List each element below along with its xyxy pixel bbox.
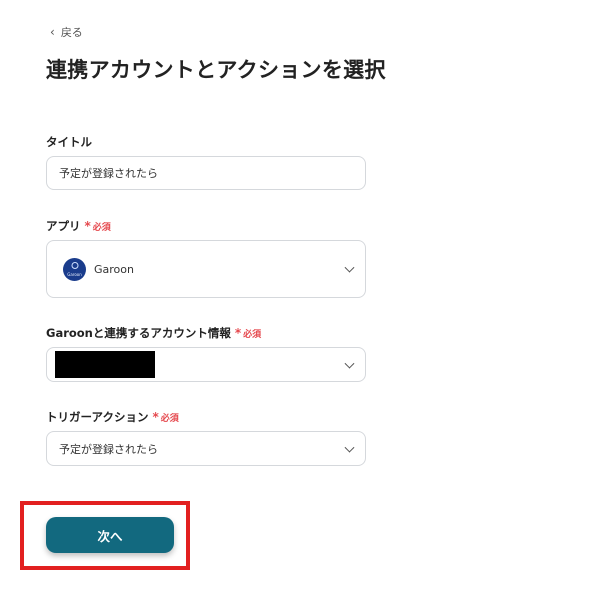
trigger-label-text: トリガーアクション <box>46 410 149 424</box>
app-label-text: アプリ <box>46 219 81 233</box>
chevron-down-icon <box>344 358 355 369</box>
required-text: 必須 <box>160 413 179 424</box>
app-label: アプリ * 必須 <box>46 218 111 234</box>
title-label: タイトル <box>46 134 92 150</box>
trigger-label: トリガーアクション * 必須 <box>46 409 179 425</box>
account-label-text: Garoonと連携するアカウント情報 <box>46 326 231 340</box>
redacted-account-block <box>55 351 155 378</box>
next-button[interactable]: 次へ <box>46 517 174 553</box>
garoon-logo-text: Garoon <box>67 271 82 277</box>
garoon-logo-icon: Garoon <box>63 257 86 281</box>
title-input-value: 予定が登録されたら <box>59 167 158 180</box>
asterisk-icon: * <box>234 326 242 340</box>
required-badge: * 必須 <box>152 411 178 424</box>
back-label: 戻る <box>60 26 83 39</box>
account-label: Garoonと連携するアカウント情報 * 必須 <box>46 325 261 341</box>
app-select[interactable]: Garoon Garoon <box>46 240 366 298</box>
asterisk-icon: * <box>84 219 91 233</box>
required-text: 必須 <box>243 329 262 340</box>
chevron-left-icon: ‹ <box>50 25 55 39</box>
title-label-text: タイトル <box>46 135 92 149</box>
page: ‹ 戻る 連携アカウントとアクションを選択 タイトル 予定が登録されたら アプリ… <box>0 0 615 595</box>
required-badge: * 必須 <box>235 327 261 340</box>
asterisk-icon: * <box>152 410 159 424</box>
back-link[interactable]: ‹ 戻る <box>50 24 83 40</box>
trigger-select[interactable]: 予定が登録されたら <box>46 431 366 466</box>
trigger-select-value: 予定が登録されたら <box>59 442 158 456</box>
required-badge: * 必須 <box>85 220 111 233</box>
chevron-down-icon <box>344 262 355 273</box>
title-input[interactable]: 予定が登録されたら <box>46 156 366 190</box>
account-select[interactable] <box>46 347 366 382</box>
chevron-down-icon <box>344 442 355 453</box>
required-text: 必須 <box>92 222 111 233</box>
app-select-value: Garoon <box>94 262 134 276</box>
page-title: 連携アカウントとアクションを選択 <box>46 58 386 82</box>
